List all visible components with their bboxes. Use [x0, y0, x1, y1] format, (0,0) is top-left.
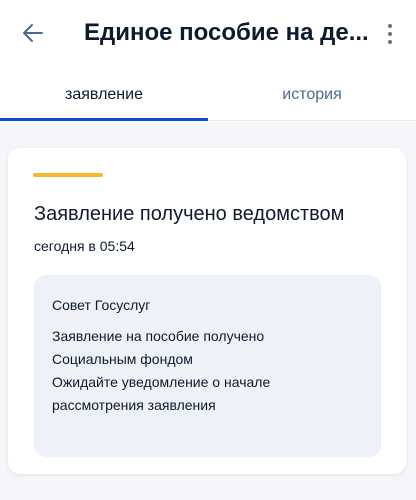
app-header: Единое пособие на де... заявление истори… — [0, 0, 416, 122]
tab-history[interactable]: история — [208, 84, 416, 106]
advice-line: рассмотрения заявления — [52, 397, 216, 413]
back-button[interactable] — [20, 20, 46, 46]
more-vertical-icon — [388, 24, 392, 28]
tab-application[interactable]: заявление — [0, 84, 208, 106]
status-timestamp: сегодня в 05:54 — [34, 238, 135, 254]
page-title: Единое пособие на де... — [84, 19, 369, 46]
advice-line: Социальным фондом — [52, 351, 193, 367]
more-options-button[interactable] — [380, 20, 400, 48]
advice-text: Заявление на пособие получено Социальным… — [52, 325, 372, 417]
advice-line: Ожидайте уведомление о начале — [52, 374, 271, 390]
status-accent-bar — [33, 173, 103, 177]
status-card: Заявление получено ведомством сегодня в … — [8, 148, 406, 474]
active-tab-indicator — [0, 118, 208, 121]
advice-title: Совет Госуслуг — [52, 297, 151, 313]
advice-line: Заявление на пособие получено — [52, 328, 265, 344]
arrow-left-icon — [23, 24, 43, 42]
status-title: Заявление получено ведомством — [34, 203, 345, 225]
advice-block: Совет Госуслуг Заявление на пособие полу… — [34, 275, 381, 457]
